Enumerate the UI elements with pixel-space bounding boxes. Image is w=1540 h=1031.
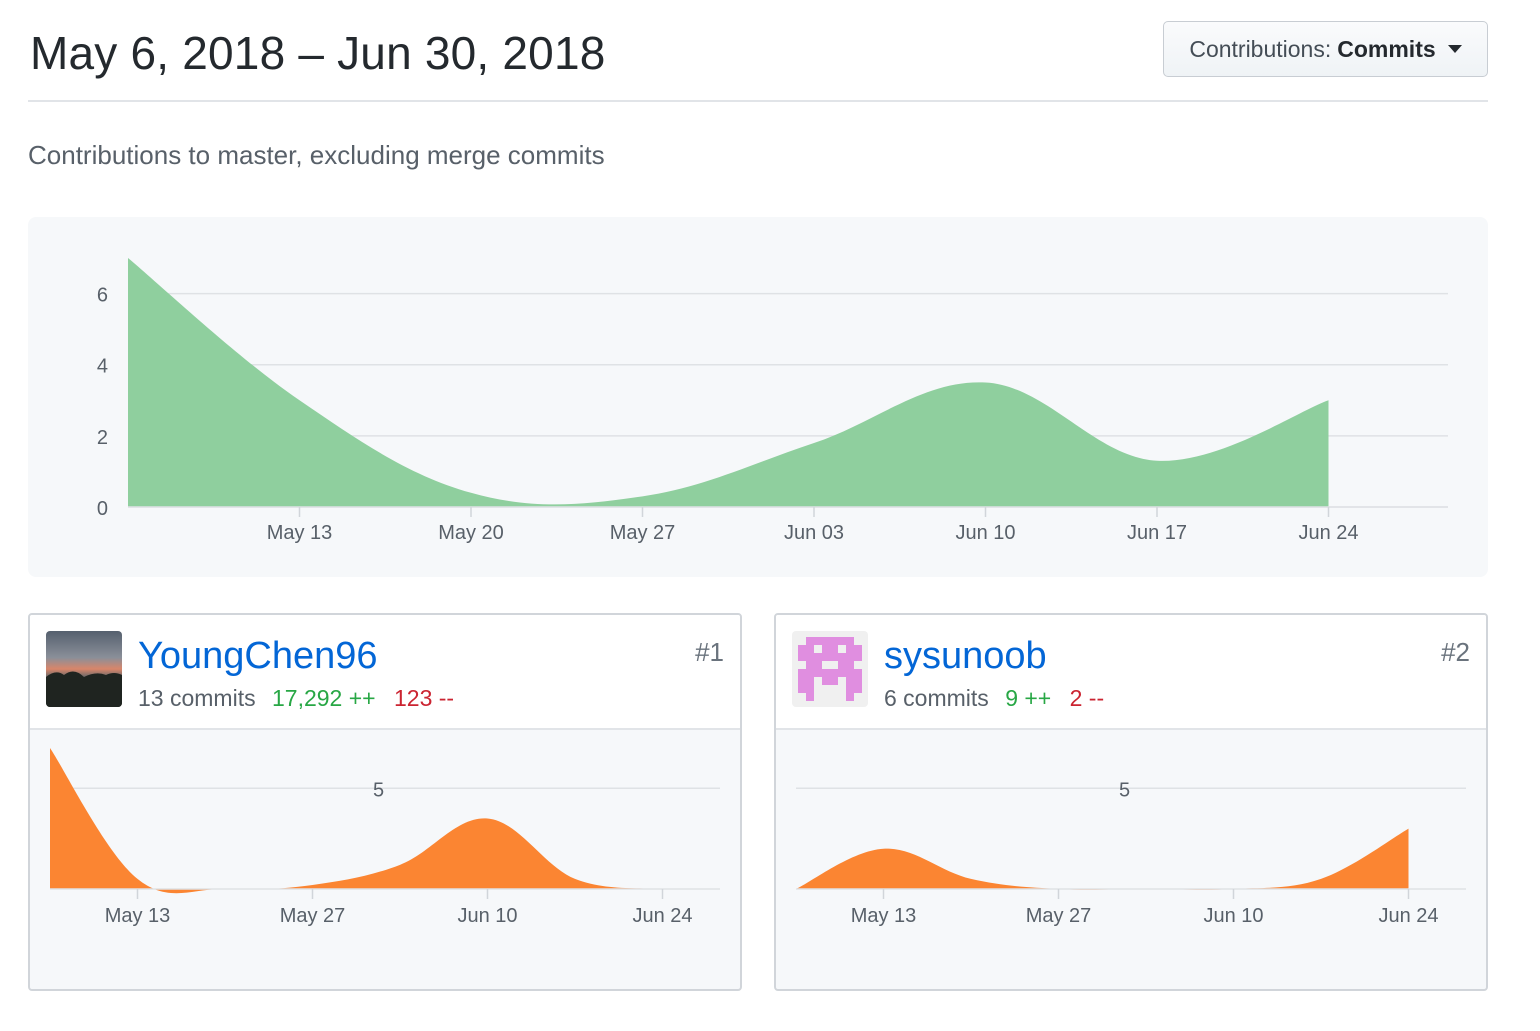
contributor-stats: 13 commits 17,292 ++ 123 -- (138, 685, 454, 712)
x-tick-label: May 13 (851, 905, 917, 927)
page-header: May 6, 2018 – Jun 30, 2018 Contributions… (28, 20, 1488, 102)
contributor-card-2: sysunoob 6 commits 9 ++ 2 -- #2 5 May 13 M… (774, 613, 1488, 991)
contributor-chart-svg: 5 May 13 May 27 Jun 10 Jun 24 (50, 748, 720, 927)
date-range-title: May 6, 2018 – Jun 30, 2018 (30, 27, 606, 79)
y-tick-label: 6 (97, 285, 108, 307)
additions-count: 9 ++ (1005, 685, 1052, 711)
contributor-rank: #1 (695, 637, 724, 667)
avatar[interactable] (46, 631, 122, 707)
x-tick-label: Jun 10 (955, 522, 1015, 544)
x-tick-label: May 20 (438, 522, 504, 544)
contributions-type-dropdown[interactable]: Contributions: Commits (1163, 21, 1488, 77)
series-area (50, 748, 663, 894)
y-tick-label: 0 (97, 498, 108, 520)
x-tick-label: Jun 03 (784, 522, 844, 544)
y-tick-label: 2 (97, 427, 108, 449)
main-chart-svg: 0 2 4 6 May 13 May 20 May 27 Jun 03 Jun 10 Jun 17… (97, 258, 1448, 544)
contributor-stats: 6 commits 9 ++ 2 -- (884, 685, 1104, 712)
caret-down-icon (1447, 45, 1462, 53)
avatar[interactable] (792, 631, 868, 707)
x-tick-label: May 27 (1026, 905, 1092, 927)
contributor-chart-svg: 5 May 13 May 27 Jun 10 Jun 24 (796, 779, 1466, 927)
x-tick-label: Jun 10 (1203, 905, 1263, 927)
contributor-card-header: sysunoob 6 commits 9 ++ 2 -- #2 (776, 615, 1486, 730)
deletions-count: 123 -- (393, 685, 455, 711)
x-tick-label: May 13 (105, 905, 171, 927)
x-tick-label: Jun 17 (1127, 522, 1187, 544)
contributor-card-header: YoungChen96 13 commits 17,292 ++ 123 -- … (30, 615, 740, 730)
dropdown-prefix: Contributions: (1189, 35, 1332, 62)
x-tick-label: May 27 (280, 905, 346, 927)
commit-count: 6 commits (884, 685, 989, 711)
chart-description: Contributions to master, excluding merge… (28, 140, 605, 170)
x-tick-label: Jun 24 (1298, 522, 1358, 544)
x-tick-label: May 27 (610, 522, 676, 544)
x-tick-label: Jun 24 (632, 905, 692, 927)
contributor-card-1: YoungChen96 13 commits 17,292 ++ 123 -- … (28, 613, 742, 991)
main-contributions-chart: 0 2 4 6 May 13 May 20 May 27 Jun 03 Jun 10 Jun 17… (28, 217, 1488, 577)
y-tick-label: 5 (1119, 779, 1130, 801)
additions-count: 17,292 ++ (271, 685, 376, 711)
deletions-count: 2 -- (1069, 685, 1105, 711)
x-tick-label: May 13 (267, 522, 333, 544)
series-area (796, 828, 1409, 890)
series-area (128, 258, 1329, 507)
commit-count: 13 commits (138, 685, 256, 711)
dropdown-selected-value: Commits (1337, 35, 1436, 62)
contributor-name-link[interactable]: YoungChen96 (138, 635, 378, 678)
y-tick-label: 5 (373, 779, 384, 801)
x-tick-label: Jun 10 (457, 905, 517, 927)
x-tick-label: Jun 24 (1378, 905, 1438, 927)
contributor-name-link[interactable]: sysunoob (884, 635, 1047, 678)
y-tick-label: 4 (97, 356, 108, 378)
contributor-rank: #2 (1441, 637, 1470, 667)
